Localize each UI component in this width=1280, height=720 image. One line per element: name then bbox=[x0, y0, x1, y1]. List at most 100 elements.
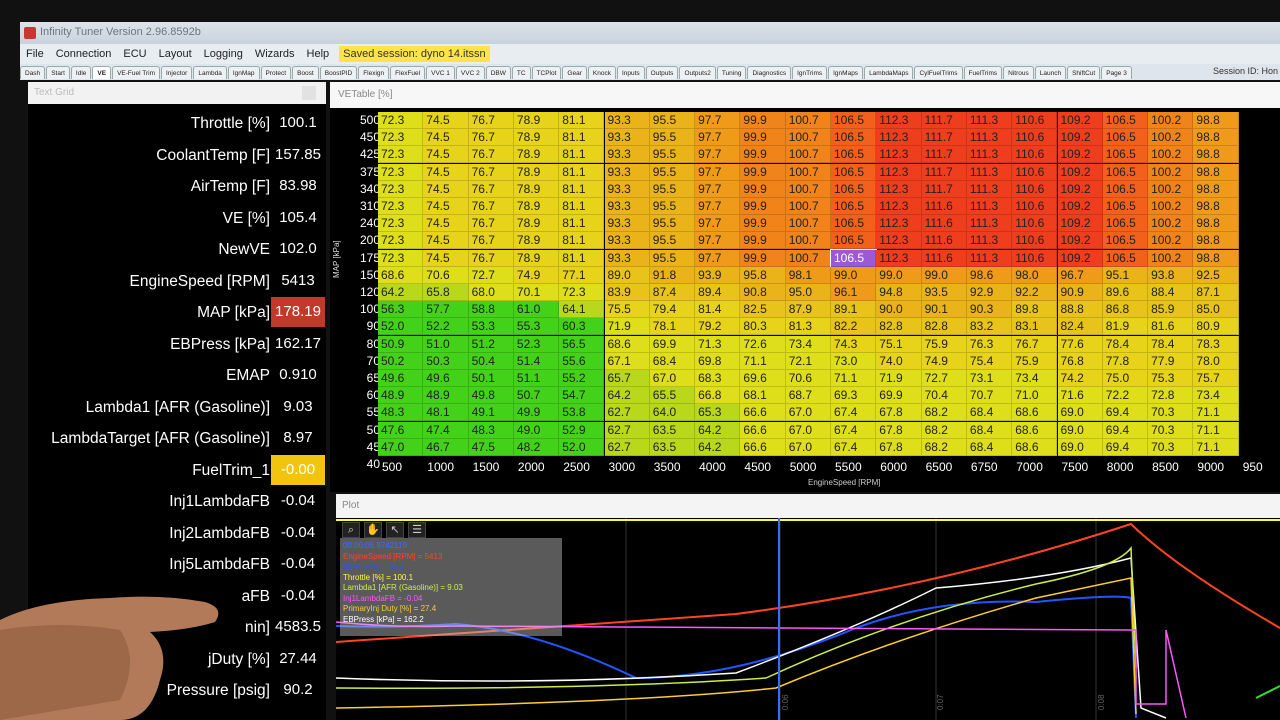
ve-cell[interactable]: 67.4 bbox=[831, 404, 877, 422]
ve-cell[interactable]: 72.3 bbox=[559, 284, 605, 301]
menu-help[interactable]: Help bbox=[301, 48, 336, 60]
ve-cell[interactable]: 100.2 bbox=[1148, 198, 1194, 215]
ve-cell[interactable]: 95.5 bbox=[649, 129, 696, 147]
ve-cell[interactable]: 98.0 bbox=[1012, 266, 1058, 284]
ve-cell[interactable]: 111.3 bbox=[966, 215, 1013, 233]
tab-lambda[interactable]: Lambda bbox=[193, 65, 227, 79]
ve-cell[interactable]: 93.9 bbox=[695, 266, 741, 284]
tab-knock[interactable]: Knock bbox=[587, 65, 616, 79]
tab-boostpid[interactable]: BoostPID bbox=[319, 65, 358, 79]
ve-cell[interactable]: 109.2 bbox=[1057, 146, 1103, 164]
ve-cell[interactable]: 81.1 bbox=[559, 129, 605, 147]
ve-cell[interactable]: 112.3 bbox=[876, 129, 922, 147]
ve-cell[interactable]: 81.1 bbox=[559, 146, 605, 164]
ve-cell[interactable]: 95.5 bbox=[649, 112, 696, 129]
ve-cell[interactable]: 83.1 bbox=[1012, 318, 1058, 336]
ve-cell[interactable]: 106.5 bbox=[831, 215, 877, 233]
ve-cell[interactable]: 68.0 bbox=[468, 284, 514, 301]
ve-cell[interactable]: 68.6 bbox=[1012, 404, 1058, 422]
ve-cell[interactable]: 98.8 bbox=[1193, 146, 1239, 164]
ve-cell[interactable]: 111.7 bbox=[921, 163, 967, 181]
ve-cell[interactable]: 67.0 bbox=[649, 370, 696, 387]
ve-cell[interactable]: 99.9 bbox=[740, 180, 786, 198]
ve-cell[interactable]: 50.3 bbox=[423, 352, 469, 370]
ve-cell[interactable]: 92.5 bbox=[1193, 266, 1239, 284]
ve-cell[interactable]: 69.4 bbox=[1102, 404, 1149, 422]
ve-cell[interactable]: 88.8 bbox=[1057, 301, 1103, 319]
ve-cell[interactable]: 53.3 bbox=[468, 318, 514, 336]
ve-cell[interactable]: 106.5 bbox=[1102, 198, 1149, 215]
ve-cell[interactable]: 110.6 bbox=[1012, 215, 1058, 233]
ve-cell[interactable]: 76.7 bbox=[468, 180, 514, 198]
ve-cell[interactable]: 93.3 bbox=[604, 198, 650, 215]
ve-cell[interactable]: 73.4 bbox=[785, 335, 831, 353]
tab-ve-fuel-trim[interactable]: VE-Fuel Trim bbox=[112, 65, 160, 79]
tab-flexfuel[interactable]: FlexFuel bbox=[390, 65, 426, 79]
ve-cell[interactable]: 99.9 bbox=[740, 129, 786, 147]
tab-start[interactable]: Start bbox=[46, 65, 70, 79]
ve-cell[interactable]: 95.0 bbox=[785, 284, 831, 301]
ve-cell[interactable]: 93.3 bbox=[604, 180, 650, 198]
tab-igntrims[interactable]: IgnTrims bbox=[792, 65, 828, 79]
ve-cell[interactable]: 72.7 bbox=[468, 266, 514, 284]
ve-cell[interactable]: 81.1 bbox=[559, 249, 605, 267]
ve-cell[interactable]: 87.9 bbox=[785, 301, 831, 319]
tab-tcplot[interactable]: TCPlot bbox=[531, 65, 562, 79]
ve-cell[interactable]: 78.9 bbox=[513, 129, 560, 147]
ve-cell[interactable]: 74.0 bbox=[876, 352, 922, 370]
ve-cell[interactable]: 106.5 bbox=[831, 180, 877, 198]
ve-cell[interactable]: 106.5 bbox=[831, 112, 877, 129]
ve-cell[interactable]: 52.3 bbox=[513, 335, 560, 353]
ve-cell[interactable]: 111.6 bbox=[921, 232, 967, 250]
ve-cell[interactable]: 71.1 bbox=[1193, 438, 1239, 456]
ve-cell[interactable]: 76.7 bbox=[1012, 335, 1058, 353]
ve-cell[interactable]: 76.8 bbox=[1057, 352, 1103, 370]
ve-cell[interactable]: 55.3 bbox=[513, 318, 560, 336]
ve-cell[interactable]: 58.8 bbox=[468, 301, 514, 319]
ve-cell[interactable]: 70.6 bbox=[785, 370, 831, 387]
ve-cell[interactable]: 69.0 bbox=[1057, 438, 1103, 456]
ve-cell[interactable]: 76.7 bbox=[468, 129, 514, 147]
tab-ve[interactable]: VE bbox=[92, 65, 112, 79]
ve-cell[interactable]: 72.3 bbox=[378, 180, 424, 198]
ve-cell[interactable]: 65.5 bbox=[649, 387, 696, 405]
ve-cell[interactable]: 112.3 bbox=[876, 215, 922, 233]
ve-cell[interactable]: 78.9 bbox=[513, 249, 560, 267]
ve-cell[interactable]: 111.7 bbox=[921, 180, 967, 198]
ve-cell[interactable]: 110.6 bbox=[1012, 198, 1058, 215]
ve-cell[interactable]: 81.6 bbox=[1148, 318, 1194, 336]
ve-cell[interactable]: 81.1 bbox=[559, 112, 605, 129]
ve-cell[interactable]: 73.4 bbox=[1012, 370, 1058, 387]
ve-cell[interactable]: 111.3 bbox=[966, 198, 1013, 215]
ve-cell[interactable]: 68.6 bbox=[604, 335, 650, 353]
tab-lambdamaps[interactable]: LambdaMaps bbox=[864, 65, 914, 79]
ve-cell[interactable]: 72.3 bbox=[378, 232, 424, 250]
ve-cell[interactable]: 66.6 bbox=[740, 438, 786, 456]
ve-cell[interactable]: 100.7 bbox=[785, 112, 831, 129]
ve-cell[interactable]: 74.5 bbox=[423, 146, 469, 164]
ve-cell[interactable]: 67.0 bbox=[785, 404, 831, 422]
ve-cell[interactable]: 72.8 bbox=[1148, 387, 1194, 405]
tab-diagnostics[interactable]: Diagnostics bbox=[747, 65, 792, 79]
ve-cell[interactable]: 62.7 bbox=[604, 438, 650, 456]
ve-cell[interactable]: 78.4 bbox=[1102, 335, 1149, 353]
tab-launch[interactable]: Launch bbox=[1034, 65, 1067, 79]
ve-cell[interactable]: 97.7 bbox=[695, 163, 741, 181]
close-icon[interactable] bbox=[302, 86, 316, 100]
ve-cell[interactable]: 89.4 bbox=[695, 284, 741, 301]
ve-cell[interactable]: 100.7 bbox=[785, 232, 831, 250]
ve-cell[interactable]: 63.5 bbox=[649, 421, 696, 439]
ve-cell[interactable]: 72.1 bbox=[785, 352, 831, 370]
ve-cell[interactable]: 106.5 bbox=[1102, 232, 1149, 250]
ve-cell[interactable]: 51.4 bbox=[513, 352, 560, 370]
ve-cell[interactable]: 90.9 bbox=[1057, 284, 1103, 301]
ve-cell[interactable]: 98.8 bbox=[1193, 180, 1239, 198]
ve-cell[interactable]: 69.6 bbox=[740, 370, 786, 387]
ve-cell[interactable]: 65.7 bbox=[604, 370, 650, 387]
ve-cell[interactable]: 99.9 bbox=[740, 163, 786, 181]
ve-cell[interactable]: 75.1 bbox=[876, 335, 922, 353]
ve-cell[interactable]: 97.7 bbox=[695, 232, 741, 250]
ve-cell[interactable]: 78.9 bbox=[513, 163, 560, 181]
ve-cell[interactable]: 99.0 bbox=[831, 266, 877, 284]
ve-cell[interactable]: 98.8 bbox=[1193, 198, 1239, 215]
